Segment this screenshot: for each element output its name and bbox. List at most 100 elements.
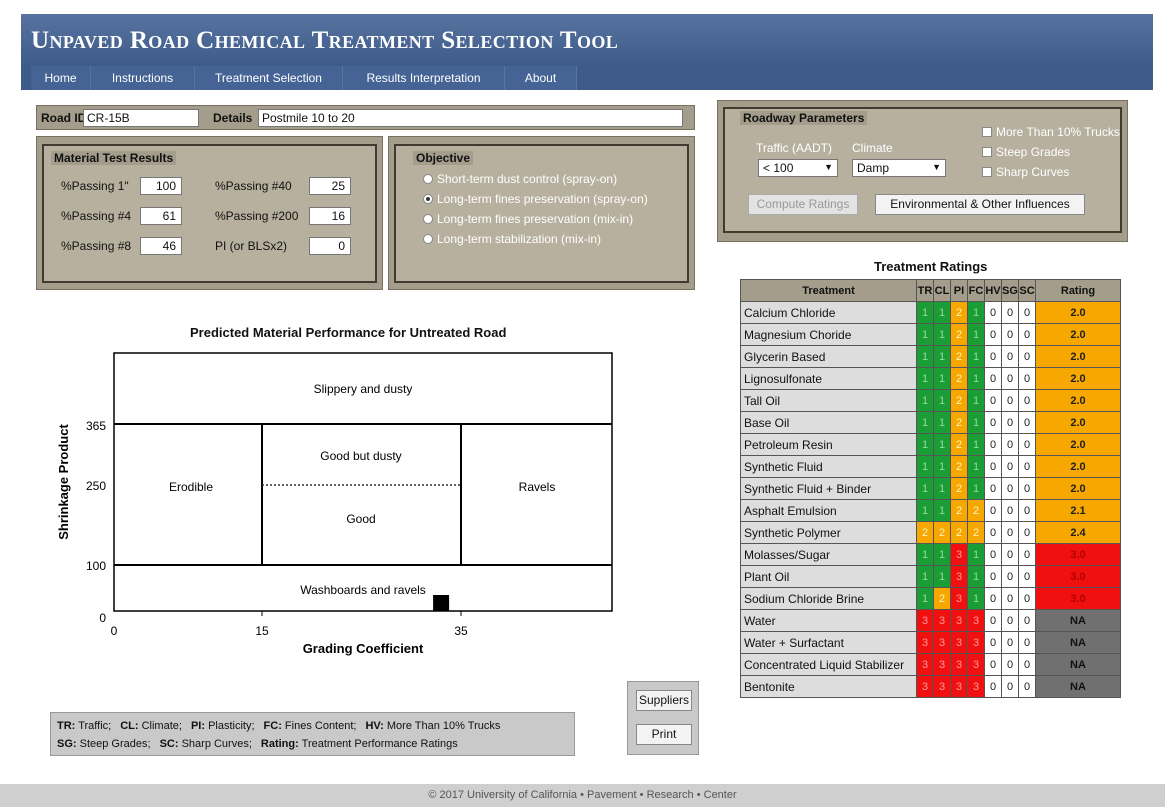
ratings-header-row: Treatment TR CL PI FC HV SG SC Rating bbox=[740, 279, 1121, 302]
rating-cell-cl: 3 bbox=[933, 609, 951, 632]
chevron-down-icon: ▼ bbox=[824, 162, 833, 172]
region-good: Good bbox=[346, 512, 375, 526]
traffic-select[interactable]: < 100 ▼ bbox=[758, 159, 838, 177]
pi-input[interactable]: 0 bbox=[309, 237, 351, 255]
passing-8-input[interactable]: 46 bbox=[140, 237, 182, 255]
objective-option-short-term[interactable]: Short-term dust control (spray-on) bbox=[437, 172, 617, 186]
nav-home[interactable]: Home bbox=[31, 66, 91, 90]
rating-cell-sg: 0 bbox=[1001, 345, 1019, 368]
road-id-input[interactable]: CR-15B bbox=[83, 109, 199, 127]
overall-rating: NA bbox=[1035, 653, 1121, 676]
rating-cell-sg: 0 bbox=[1001, 521, 1019, 544]
sharp-curves-checkbox[interactable] bbox=[982, 167, 992, 177]
footer-separator: • bbox=[696, 789, 701, 801]
objective-option-stabilization[interactable]: Long-term stabilization (mix-in) bbox=[437, 232, 601, 246]
rating-cell-sg: 0 bbox=[1001, 389, 1019, 412]
steep-grades-checkbox[interactable] bbox=[982, 147, 992, 157]
nav-treatment-selection[interactable]: Treatment Selection bbox=[195, 66, 343, 90]
region-slippery: Slippery and dusty bbox=[314, 382, 413, 396]
rating-cell-hv: 0 bbox=[984, 345, 1002, 368]
objective-radio-short-term[interactable] bbox=[423, 174, 433, 184]
rating-cell-sg: 0 bbox=[1001, 565, 1019, 588]
objective-radio-stabilization[interactable] bbox=[423, 234, 433, 244]
traffic-label: Traffic (AADT) bbox=[756, 141, 833, 155]
rating-cell-pi: 2 bbox=[950, 411, 968, 434]
objective-panel: Objective Short-term dust control (spray… bbox=[388, 136, 695, 290]
sharp-curves-label[interactable]: Sharp Curves bbox=[996, 165, 1069, 179]
table-row: Synthetic Fluid + Binder 1 1 2 1 0 0 0 2.0 bbox=[740, 477, 1121, 500]
passing-40-input[interactable]: 25 bbox=[309, 177, 351, 195]
header-pi: PI bbox=[950, 279, 968, 302]
treatment-name: Glycerin Based bbox=[740, 345, 917, 368]
rating-cell-cl: 3 bbox=[933, 675, 951, 698]
compute-ratings-button[interactable]: Compute Ratings bbox=[748, 194, 858, 215]
steep-grades-label[interactable]: Steep Grades bbox=[996, 145, 1070, 159]
passing-4-input[interactable]: 61 bbox=[140, 207, 182, 225]
treatment-name: Synthetic Polymer bbox=[740, 521, 917, 544]
footer-word-research: Research bbox=[646, 789, 694, 801]
rating-cell-fc: 1 bbox=[967, 543, 985, 566]
rating-cell-fc: 1 bbox=[967, 433, 985, 456]
overall-rating: 2.0 bbox=[1035, 301, 1121, 324]
print-button[interactable]: Print bbox=[636, 724, 692, 745]
nav-about[interactable]: About bbox=[505, 66, 577, 90]
abbrev-line-1: TR: Traffic; CL: Climate; PI: Plasticity; F… bbox=[57, 717, 568, 735]
rating-cell-tr: 1 bbox=[916, 587, 934, 610]
header-fc: FC bbox=[967, 279, 985, 302]
rating-cell-pi: 3 bbox=[950, 631, 968, 654]
objective-radio-fines-mix[interactable] bbox=[423, 214, 433, 224]
overall-rating: 2.0 bbox=[1035, 367, 1121, 390]
rating-cell-hv: 0 bbox=[984, 367, 1002, 390]
rating-cell-hv: 0 bbox=[984, 565, 1002, 588]
rating-cell-sg: 0 bbox=[1001, 433, 1019, 456]
rating-cell-pi: 3 bbox=[950, 675, 968, 698]
overall-rating: NA bbox=[1035, 609, 1121, 632]
objective-option-fines-spray[interactable]: Long-term fines preservation (spray-on) bbox=[437, 192, 648, 206]
rating-cell-cl: 3 bbox=[933, 653, 951, 676]
passing-1in-input[interactable]: 100 bbox=[140, 177, 182, 195]
treatment-name: Water bbox=[740, 609, 917, 632]
rating-cell-hv: 0 bbox=[984, 411, 1002, 434]
details-input[interactable]: Postmile 10 to 20 bbox=[258, 109, 683, 127]
nav-instructions[interactable]: Instructions bbox=[91, 66, 195, 90]
treatment-name: Petroleum Resin bbox=[740, 433, 917, 456]
chevron-down-icon: ▼ bbox=[932, 162, 941, 172]
header-tr: TR bbox=[916, 279, 934, 302]
rating-cell-fc: 3 bbox=[967, 609, 985, 632]
road-id-label: Road ID bbox=[41, 111, 87, 125]
objective-option-fines-mix[interactable]: Long-term fines preservation (mix-in) bbox=[437, 212, 633, 226]
rating-cell-cl: 1 bbox=[933, 411, 951, 434]
region-erodible: Erodible bbox=[169, 480, 213, 494]
rating-cell-sc: 0 bbox=[1018, 543, 1036, 566]
page: Unpaved Road Chemical Treatment Selectio… bbox=[0, 0, 1165, 807]
trucks-checkbox[interactable] bbox=[982, 127, 992, 137]
xtick-0: 0 bbox=[111, 624, 118, 638]
climate-select[interactable]: Damp ▼ bbox=[852, 159, 946, 177]
header-sg: SG bbox=[1001, 279, 1019, 302]
rating-cell-sg: 0 bbox=[1001, 499, 1019, 522]
nav-results-interpretation[interactable]: Results Interpretation bbox=[343, 66, 505, 90]
rating-cell-tr: 1 bbox=[916, 301, 934, 324]
rating-cell-hv: 0 bbox=[984, 543, 1002, 566]
ratings-title: Treatment Ratings bbox=[874, 259, 988, 274]
overall-rating: 2.0 bbox=[1035, 389, 1121, 412]
environmental-influences-button[interactable]: Environmental & Other Influences bbox=[875, 194, 1085, 215]
xtick-35: 35 bbox=[454, 624, 468, 638]
rating-cell-sc: 0 bbox=[1018, 499, 1036, 522]
rating-cell-tr: 1 bbox=[916, 499, 934, 522]
rating-cell-sc: 0 bbox=[1018, 477, 1036, 500]
y-axis-label: Shrinkage Product bbox=[56, 424, 71, 540]
rating-cell-tr: 1 bbox=[916, 389, 934, 412]
rating-cell-sg: 0 bbox=[1001, 675, 1019, 698]
table-row: Glycerin Based 1 1 2 1 0 0 0 2.0 bbox=[740, 345, 1121, 368]
rating-cell-sc: 0 bbox=[1018, 521, 1036, 544]
treatment-name: Lignosulfonate bbox=[740, 367, 917, 390]
footer-word-center: Center bbox=[703, 789, 737, 801]
overall-rating: 3.0 bbox=[1035, 543, 1121, 566]
rating-cell-cl: 1 bbox=[933, 477, 951, 500]
trucks-label[interactable]: More Than 10% Trucks bbox=[996, 125, 1120, 139]
suppliers-button[interactable]: Suppliers bbox=[636, 690, 692, 711]
rating-cell-pi: 2 bbox=[950, 301, 968, 324]
passing-200-input[interactable]: 16 bbox=[309, 207, 351, 225]
objective-radio-fines-spray[interactable] bbox=[423, 194, 433, 204]
